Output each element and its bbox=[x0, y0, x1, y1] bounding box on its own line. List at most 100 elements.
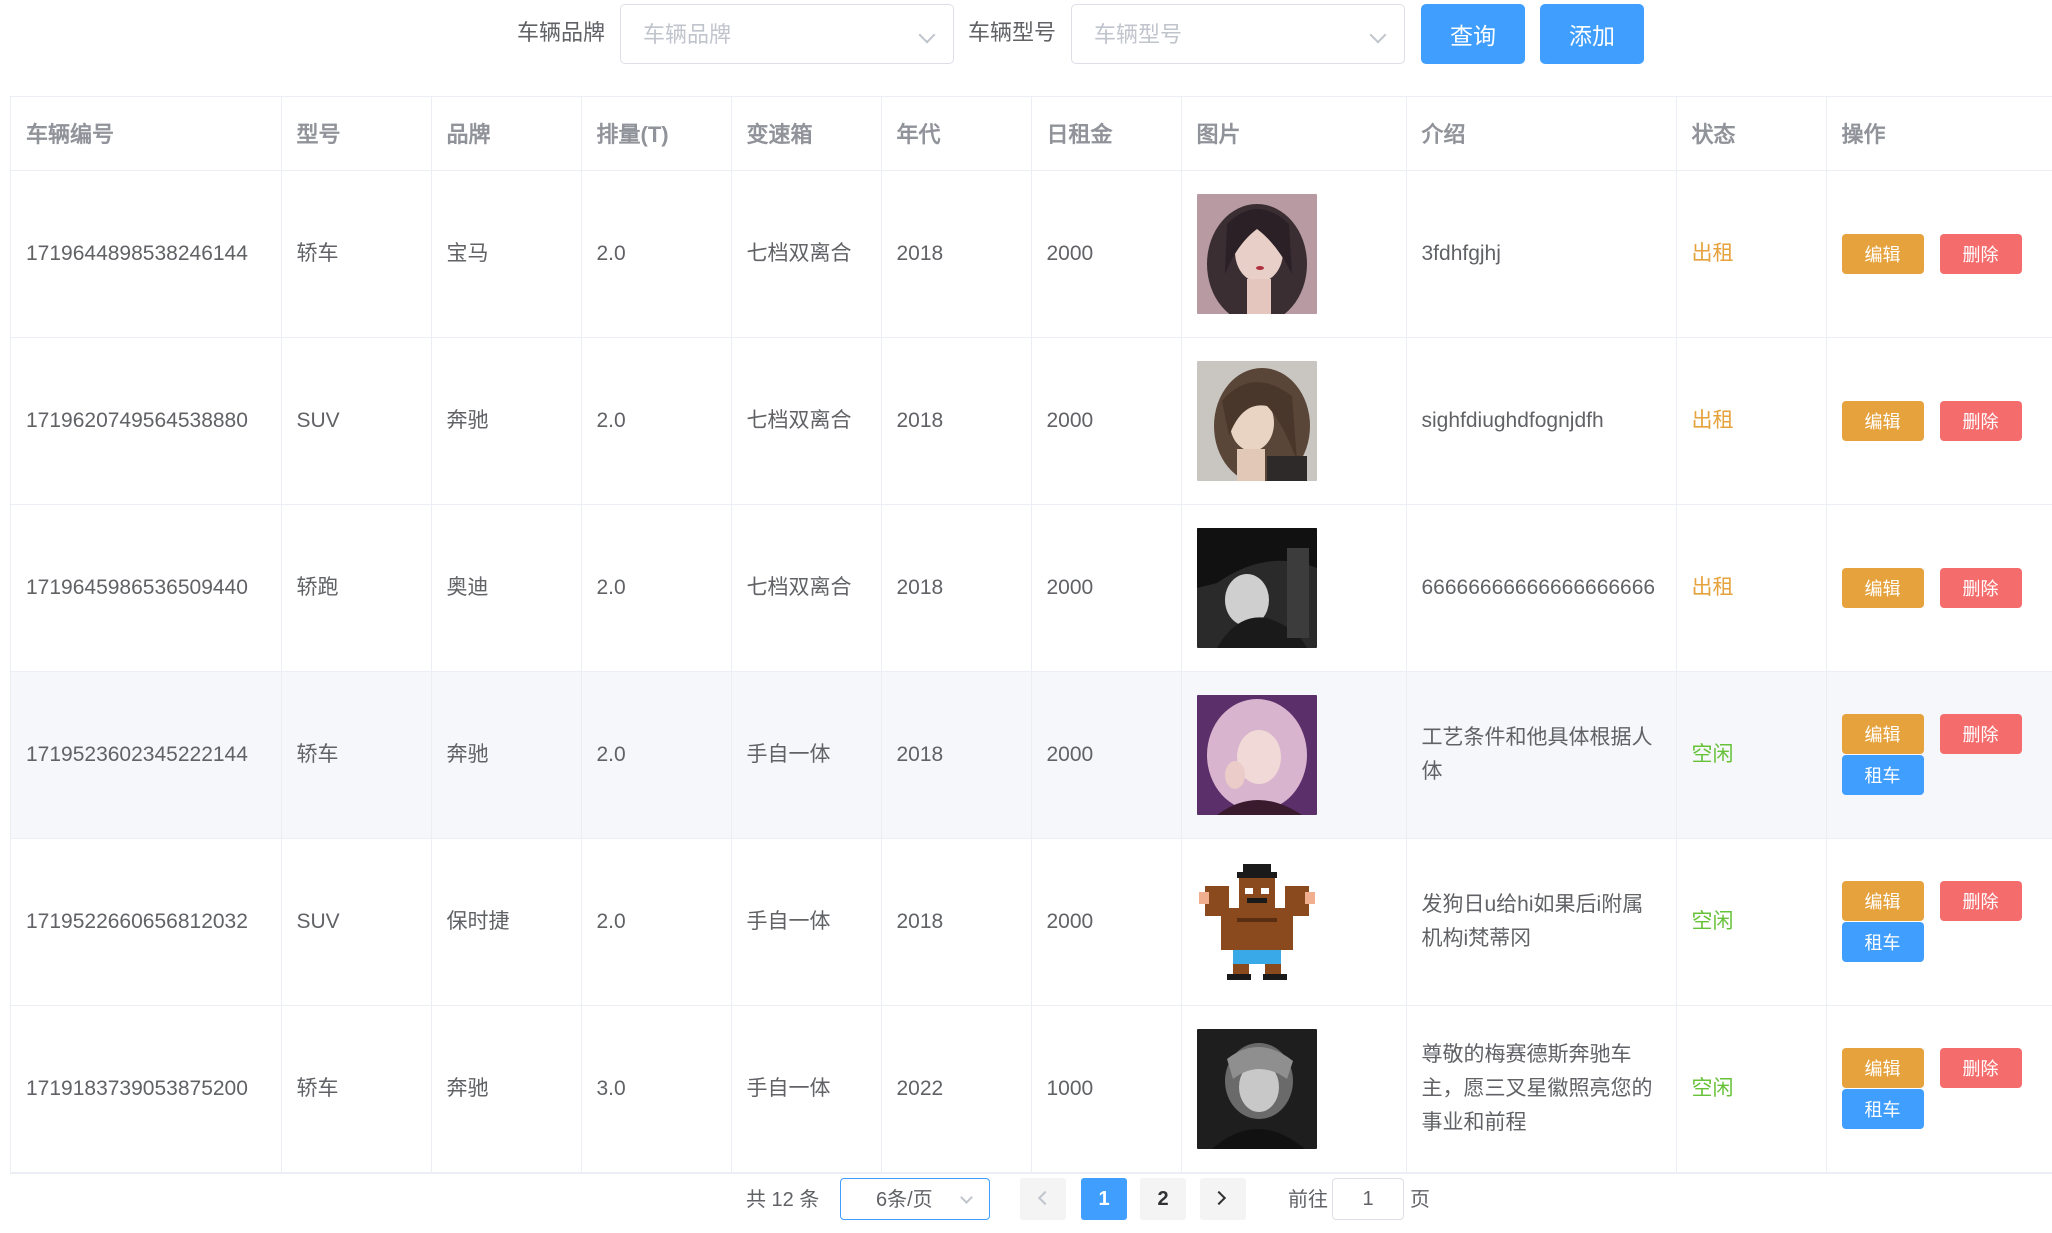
brand-label: 车辆品牌 bbox=[517, 20, 606, 45]
column-header: 操作 bbox=[1826, 97, 2052, 171]
brand-select[interactable]: 车辆品牌 bbox=[620, 4, 954, 64]
table-row: 1719645986536509440 轿跑 奥迪 2.0 七档双离合 2018… bbox=[11, 504, 2052, 672]
cell-brand: 保时捷 bbox=[431, 838, 582, 1006]
cell-image bbox=[1181, 170, 1407, 338]
cell-displacement: 2.0 bbox=[581, 337, 732, 505]
edit-button[interactable]: 编辑 bbox=[1841, 567, 1924, 608]
page-size-select[interactable]: 6条/页 bbox=[840, 1178, 990, 1220]
car-image-thumbnail bbox=[1196, 193, 1317, 314]
column-header: 日租金 bbox=[1031, 97, 1182, 171]
cell-displacement: 2.0 bbox=[581, 838, 732, 1006]
page-button-1[interactable]: 1 bbox=[1081, 1178, 1127, 1220]
cell-actions: 编辑 删除 租车 bbox=[1826, 838, 2052, 1006]
delete-button[interactable]: 删除 bbox=[1939, 1047, 2022, 1088]
brand-select-placeholder: 车辆品牌 bbox=[643, 22, 732, 47]
status-badge: 出租 bbox=[1676, 170, 1827, 338]
status-badge: 空闲 bbox=[1676, 671, 1827, 839]
edit-button[interactable]: 编辑 bbox=[1841, 880, 1924, 921]
page-size-value: 6条/页 bbox=[876, 1189, 933, 1211]
cell-brand: 奔驰 bbox=[431, 337, 582, 505]
cell-intro: 尊敬的梅赛德斯奔驰车主，愿三叉星徽照亮您的事业和前程 bbox=[1406, 1005, 1677, 1173]
cell-model: 轿跑 bbox=[281, 504, 432, 672]
cell-intro: 66666666666666666666 bbox=[1406, 504, 1677, 672]
cell-intro: 工艺条件和他具体根据人体 bbox=[1406, 671, 1677, 839]
cell-intro: 3fdhfgjhj bbox=[1406, 170, 1677, 338]
cell-model: SUV bbox=[281, 838, 432, 1006]
cell-gearbox: 七档双离合 bbox=[731, 170, 882, 338]
cell-rent: 2000 bbox=[1031, 838, 1182, 1006]
status-badge: 出租 bbox=[1676, 337, 1827, 505]
table-row: 1719522660656812032 SUV 保时捷 2.0 手自一体 201… bbox=[11, 838, 2052, 1006]
table-row: 1719183739053875200 轿车 奔驰 3.0 手自一体 2022 … bbox=[11, 1005, 2052, 1173]
cell-year: 2018 bbox=[881, 337, 1032, 505]
cell-displacement: 2.0 bbox=[581, 504, 732, 672]
next-page-button[interactable] bbox=[1200, 1178, 1246, 1220]
table-row: 1719523602345222144 轿车 奔驰 2.0 手自一体 2018 … bbox=[11, 671, 2052, 839]
cell-rent: 2000 bbox=[1031, 170, 1182, 338]
cell-image bbox=[1181, 671, 1407, 839]
rent-button[interactable]: 租车 bbox=[1841, 1088, 1924, 1129]
delete-button[interactable]: 删除 bbox=[1939, 713, 2022, 754]
cell-rent: 1000 bbox=[1031, 1005, 1182, 1173]
cell-id: 1719645986536509440 bbox=[11, 504, 282, 672]
car-image-thumbnail bbox=[1196, 861, 1317, 982]
cell-image bbox=[1181, 838, 1407, 1006]
model-label: 车辆型号 bbox=[968, 20, 1057, 45]
car-image-thumbnail bbox=[1196, 694, 1317, 815]
cell-brand: 宝马 bbox=[431, 170, 582, 338]
total-count: 共 12 条 bbox=[746, 1189, 820, 1211]
delete-button[interactable]: 删除 bbox=[1939, 880, 2022, 921]
model-select[interactable]: 车辆型号 bbox=[1071, 4, 1405, 64]
cell-model: 轿车 bbox=[281, 1005, 432, 1173]
cell-actions: 编辑 删除 bbox=[1826, 504, 2052, 672]
delete-button[interactable]: 删除 bbox=[1939, 233, 2022, 274]
model-select-placeholder: 车辆型号 bbox=[1094, 22, 1183, 47]
cell-id: 1719523602345222144 bbox=[11, 671, 282, 839]
column-header: 介绍 bbox=[1406, 97, 1677, 171]
cell-actions: 编辑 删除 租车 bbox=[1826, 671, 2052, 839]
goto-page-input[interactable] bbox=[1332, 1178, 1404, 1220]
edit-button[interactable]: 编辑 bbox=[1841, 233, 1924, 274]
rent-button[interactable]: 租车 bbox=[1841, 921, 1924, 962]
rent-button[interactable]: 租车 bbox=[1841, 754, 1924, 795]
cell-displacement: 3.0 bbox=[581, 1005, 732, 1173]
column-header: 品牌 bbox=[431, 97, 582, 171]
cell-year: 2018 bbox=[881, 671, 1032, 839]
column-header: 车辆编号 bbox=[11, 97, 282, 171]
chevron-down-icon bbox=[918, 26, 936, 44]
search-bar: 车辆品牌 车辆品牌 车辆型号 车辆型号 查询 添加 bbox=[0, 0, 2052, 66]
chevron-left-icon bbox=[1037, 1190, 1053, 1206]
cell-model: 轿车 bbox=[281, 671, 432, 839]
query-button[interactable]: 查询 bbox=[1421, 4, 1525, 64]
delete-button[interactable]: 删除 bbox=[1939, 400, 2022, 441]
chevron-right-icon bbox=[1211, 1190, 1227, 1206]
cell-displacement: 2.0 bbox=[581, 671, 732, 839]
edit-button[interactable]: 编辑 bbox=[1841, 1047, 1924, 1088]
cell-gearbox: 手自一体 bbox=[731, 1005, 882, 1173]
prev-page-button[interactable] bbox=[1020, 1178, 1066, 1220]
edit-button[interactable]: 编辑 bbox=[1841, 713, 1924, 754]
page-button-2[interactable]: 2 bbox=[1140, 1178, 1186, 1220]
page-suffix-label: 页 bbox=[1410, 1189, 1430, 1211]
column-header: 变速箱 bbox=[731, 97, 882, 171]
car-image-thumbnail bbox=[1196, 360, 1317, 481]
cell-gearbox: 手自一体 bbox=[731, 671, 882, 839]
cell-image bbox=[1181, 337, 1407, 505]
cell-gearbox: 七档双离合 bbox=[731, 337, 882, 505]
delete-button[interactable]: 删除 bbox=[1939, 567, 2022, 608]
cell-year: 2018 bbox=[881, 170, 1032, 338]
add-button[interactable]: 添加 bbox=[1540, 4, 1644, 64]
cell-brand: 奔驰 bbox=[431, 671, 582, 839]
column-header: 图片 bbox=[1181, 97, 1407, 171]
edit-button[interactable]: 编辑 bbox=[1841, 400, 1924, 441]
cell-year: 2018 bbox=[881, 838, 1032, 1006]
column-header: 型号 bbox=[281, 97, 432, 171]
cell-intro: sighfdiughdfognjdfh bbox=[1406, 337, 1677, 505]
car-image-thumbnail bbox=[1196, 1028, 1317, 1149]
cell-image bbox=[1181, 504, 1407, 672]
table-row: 1719620749564538880 SUV 奔驰 2.0 七档双离合 201… bbox=[11, 337, 2052, 505]
table-header-row: 车辆编号 型号 品牌 排量(T) 变速箱 年代 日租金 图片 介绍 状态 操作 bbox=[11, 97, 2052, 171]
car-table: 车辆编号 型号 品牌 排量(T) 变速箱 年代 日租金 图片 介绍 状态 操作 … bbox=[10, 96, 2052, 1174]
cell-id: 1719522660656812032 bbox=[11, 838, 282, 1006]
cell-actions: 编辑 删除 bbox=[1826, 337, 2052, 505]
